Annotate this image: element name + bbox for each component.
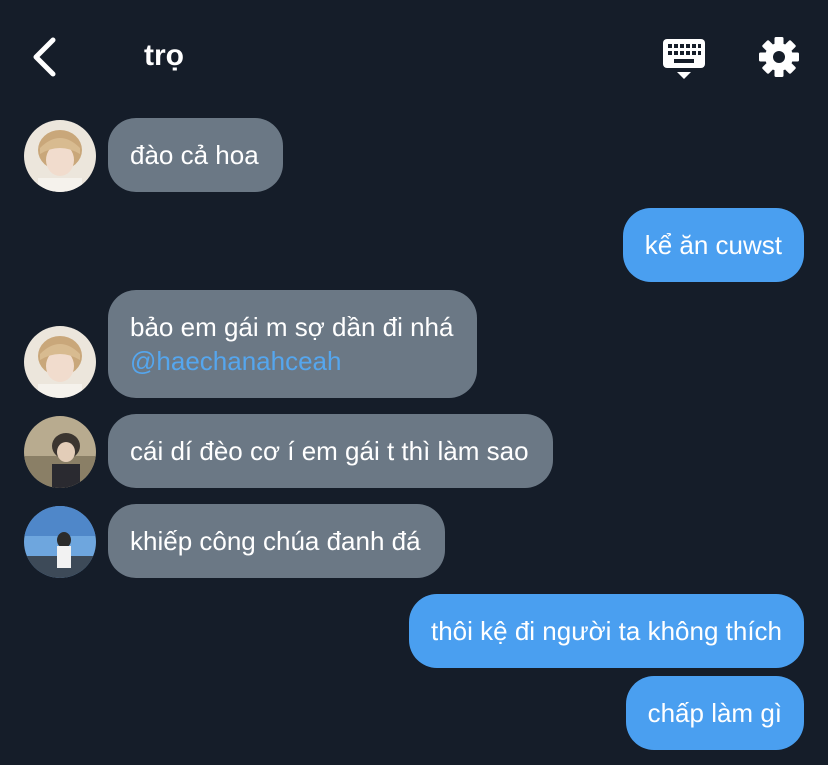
message-text: cái dí đèo cơ í em gái t thì làm sao (130, 436, 529, 466)
outgoing-message-bubble[interactable]: chấp làm gì (625, 676, 804, 750)
chat-title: trọ (144, 39, 184, 72)
avatar[interactable] (24, 416, 96, 488)
incoming-message-bubble[interactable]: bảo em gái m sợ dần đi nhá @haechanahcea… (108, 290, 478, 398)
message-text: bảo em gái m sợ dần đi nhá (130, 312, 454, 342)
incoming-message-bubble[interactable]: cái dí đèo cơ í em gái t thì làm sao (108, 414, 553, 488)
keyboard-icon[interactable] (662, 38, 706, 80)
avatar[interactable] (24, 326, 96, 398)
outgoing-message-bubble[interactable]: kể ăn cuwst (622, 208, 804, 282)
chevron-left-icon[interactable] (28, 36, 62, 78)
chat-header: trọ (0, 0, 828, 110)
incoming-message-bubble[interactable]: đào cả hoa (108, 118, 283, 192)
outgoing-message-bubble[interactable]: thôi kệ đi người ta không thích (409, 594, 804, 668)
message-text: đào cả hoa (130, 140, 259, 170)
avatar[interactable] (24, 506, 96, 578)
message-text: kể ăn cuwst (644, 230, 782, 260)
message-text: thôi kệ đi người ta không thích (431, 616, 782, 646)
avatar[interactable] (24, 120, 96, 192)
incoming-message-bubble[interactable]: khiếp công chúa đanh đá (108, 504, 445, 578)
user-mention-link[interactable]: @haechanahceah (130, 344, 453, 378)
message-text: khiếp công chúa đanh đá (130, 526, 421, 556)
message-text: chấp làm gì (647, 698, 782, 728)
gear-icon[interactable] (758, 36, 800, 78)
chat-screen: trọ đào cả hoa kể ăn cuwst bảo em gái m … (0, 0, 828, 765)
